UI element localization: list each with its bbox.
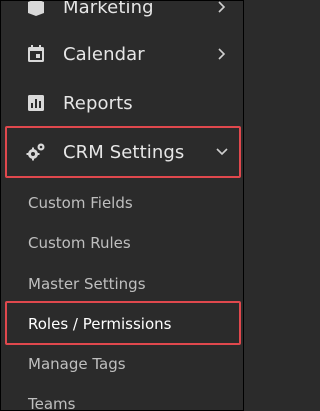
chevron-down-icon [215, 145, 229, 159]
marketing-icon [25, 1, 47, 18]
submenu-item-custom-fields[interactable]: Custom Fields [1, 183, 243, 223]
submenu-item-teams[interactable]: Teams [1, 384, 243, 410]
submenu-item-manage-tags[interactable]: Manage Tags [1, 344, 243, 384]
chevron-right-icon [215, 47, 229, 61]
chevron-right-icon [215, 1, 229, 14]
gears-icon [25, 141, 47, 163]
sidebar-item-reports[interactable]: Reports [1, 78, 243, 128]
submenu-item-roles-permissions[interactable]: Roles / Permissions [1, 304, 243, 344]
sidebar-item-label: Calendar [63, 43, 145, 65]
calendar-icon [25, 43, 47, 65]
reports-icon [25, 92, 47, 114]
sidebar-item-calendar[interactable]: Calendar [1, 29, 243, 79]
sidebar-item-label: Reports [63, 92, 133, 114]
sidebar-item-label: Marketing [63, 0, 154, 18]
submenu-item-custom-rules[interactable]: Custom Rules [1, 223, 243, 263]
submenu-item-master-settings[interactable]: Master Settings [1, 264, 243, 304]
sidebar-item-marketing[interactable]: Marketing [1, 0, 243, 32]
sidebar: Marketing Calendar Reports CRM Settings … [0, 0, 244, 411]
sidebar-item-crm-settings[interactable]: CRM Settings [1, 127, 243, 177]
sidebar-item-label: CRM Settings [63, 141, 185, 163]
